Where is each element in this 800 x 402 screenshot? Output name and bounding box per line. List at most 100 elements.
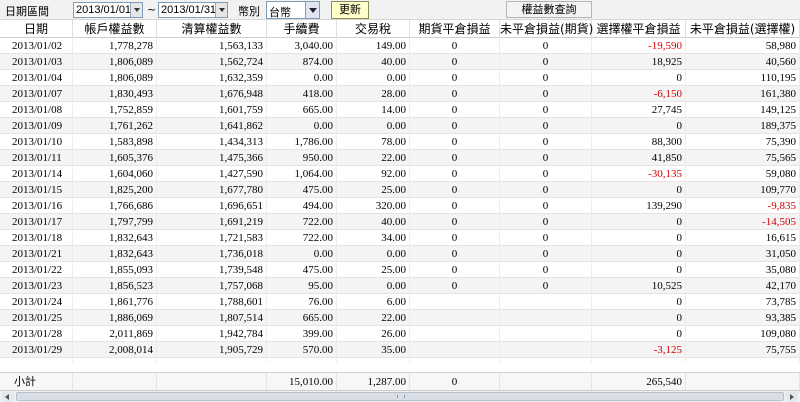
subtotal-empty-cell [73, 373, 157, 391]
column-header-futures-open-pnl[interactable]: 未平倉損益(期貨) [500, 20, 593, 38]
cell-date: 2013/01/16 [0, 198, 73, 214]
cell-fee: 95.00 [267, 278, 337, 294]
cell-futures-open-pnl: 0 [500, 54, 592, 70]
table-row[interactable]: 2013/01/18 1,832,643 1,721,583 722.00 34.00 0… [0, 230, 800, 246]
column-header-clearing-equity[interactable]: 清算權益數 [157, 20, 267, 38]
subtotal-options-pnl: 265,540 [592, 373, 686, 391]
cell-tax: 22.00 [337, 310, 410, 326]
cell-account-equity: 2,008,014 [73, 342, 157, 358]
table-row[interactable]: 2013/01/28 2,011,869 1,942,784 399.00 26.00 0… [0, 326, 800, 342]
cell-fee: 874.00 [267, 54, 337, 70]
cell-options-closed-pnl: -30,135 [592, 166, 686, 182]
cell-futures-open-pnl: 0 [500, 278, 592, 294]
cell-options-closed-pnl: 0 [592, 70, 686, 86]
table-row[interactable]: 2013/01/15 1,825,200 1,677,780 475.00 25.00 0… [0, 182, 800, 198]
table-row[interactable]: 2013/01/07 1,830,493 1,676,948 418.00 28.00 0… [0, 86, 800, 102]
cell-fee: 570.00 [267, 342, 337, 358]
table-row[interactable]: 2013/01/29 2,008,014 1,905,729 570.00 35.00 -… [0, 342, 800, 358]
chevron-down-icon[interactable] [305, 2, 319, 18]
date-range-label: 日期區間 [5, 5, 49, 18]
refresh-button[interactable]: 更新 [331, 1, 369, 19]
table-row[interactable]: 2013/01/14 1,604,060 1,427,590 1,064.00 92.0… [0, 166, 800, 182]
cell-fee: 0.00 [267, 246, 337, 262]
column-header-account-equity[interactable]: 帳戶權益數 [73, 20, 157, 38]
table-row[interactable]: 2013/01/21 1,832,643 1,736,018 0.00 0.00 0 0 0 3… [0, 246, 800, 262]
scrollbar-thumb[interactable] [16, 392, 784, 401]
subtotal-row: 小計 15,010.00 1,287.00 0 265,540 [0, 372, 800, 391]
table-row[interactable]: 2013/01/17 1,797,799 1,691,219 722.00 40.00 0… [0, 214, 800, 230]
cell-futures-closed-pnl: 0 [410, 38, 500, 54]
table-row[interactable]: 2013/01/02 1,778,278 1,563,133 3,040.00 149.… [0, 38, 800, 54]
cell-clearing-equity: 1,739,548 [157, 262, 267, 278]
cell-futures-closed-pnl: 0 [410, 134, 500, 150]
cell-futures-open-pnl: 0 [500, 150, 592, 166]
cell-clearing-equity: 1,676,948 [157, 86, 267, 102]
cell-options-open-pnl: 110,195 [686, 70, 800, 86]
column-header-options-closed-pnl[interactable]: 選擇權平倉損益 [592, 20, 686, 38]
cell-futures-closed-pnl [410, 326, 500, 342]
cell-date: 2013/01/23 [0, 278, 73, 294]
table-row[interactable]: 2013/01/16 1,766,686 1,696,651 494.00 320.00… [0, 198, 800, 214]
cell-clearing-equity: 1,475,366 [157, 150, 267, 166]
column-header-date[interactable]: 日期 [0, 20, 73, 38]
cell-tax: 22.00 [337, 150, 410, 166]
cell-futures-open-pnl: 0 [500, 198, 592, 214]
column-header-futures-closed-pnl[interactable]: 期貨平倉損益 [410, 20, 500, 38]
chevron-down-icon[interactable] [130, 3, 142, 17]
cell-options-open-pnl: 109,080 [686, 326, 800, 342]
cell-options-closed-pnl: -3,125 [592, 342, 686, 358]
cell-futures-closed-pnl [410, 342, 500, 358]
cell-futures-open-pnl: 0 [500, 86, 592, 102]
cell-options-open-pnl: 40,560 [686, 54, 800, 70]
table-row[interactable]: 2013/01/03 1,806,089 1,562,724 874.00 40.00 0… [0, 54, 800, 70]
cell-date: 2013/01/11 [0, 150, 73, 166]
cell-account-equity: 1,825,200 [73, 182, 157, 198]
arrow-right-icon[interactable] [786, 392, 798, 402]
cell-options-closed-pnl: 0 [592, 294, 686, 310]
table-row[interactable]: 2013/01/08 1,752,859 1,601,759 665.00 14.00 0… [0, 102, 800, 118]
currency-label: 幣別 [238, 5, 260, 18]
cell-account-equity: 1,856,523 [73, 278, 157, 294]
table-row[interactable]: 2013/01/23 1,856,523 1,757,068 95.00 0.00 0 0 1… [0, 278, 800, 294]
start-date-picker[interactable]: 2013/01/01 [73, 2, 143, 18]
equity-query-button[interactable]: 權益數查詢 [506, 1, 592, 18]
cell-date: 2013/01/15 [0, 182, 73, 198]
cell-futures-open-pnl [500, 342, 592, 358]
table-row[interactable]: 2013/01/04 1,806,089 1,632,359 0.00 0.00 0 0 0 1… [0, 70, 800, 86]
subtotal-futures-pnl: 0 [410, 373, 500, 391]
cell-futures-open-pnl: 0 [500, 182, 592, 198]
cell-account-equity: 1,761,262 [73, 118, 157, 134]
column-header-tax[interactable]: 交易稅 [337, 20, 410, 38]
table-empty-space [0, 362, 800, 372]
table-row[interactable]: 2013/01/24 1,861,776 1,788,601 76.00 6.00 0 73… [0, 294, 800, 310]
cell-options-open-pnl: 16,615 [686, 230, 800, 246]
cell-futures-open-pnl: 0 [500, 230, 592, 246]
cell-account-equity: 1,830,493 [73, 86, 157, 102]
table-row[interactable]: 2013/01/09 1,761,262 1,641,862 0.00 0.00 0 0 0 1… [0, 118, 800, 134]
cell-tax: 40.00 [337, 214, 410, 230]
cell-account-equity: 1,806,089 [73, 54, 157, 70]
cell-options-open-pnl: 58,980 [686, 38, 800, 54]
cell-futures-open-pnl [500, 294, 592, 310]
table-row[interactable]: 2013/01/10 1,583,898 1,434,313 1,786.00 78.0… [0, 134, 800, 150]
end-date-picker[interactable]: 2013/01/31 [158, 2, 228, 18]
cell-futures-open-pnl: 0 [500, 70, 592, 86]
cell-account-equity: 1,832,643 [73, 230, 157, 246]
table-row[interactable]: 2013/01/25 1,886,069 1,807,514 665.00 22.00 0… [0, 310, 800, 326]
cell-tax: 0.00 [337, 70, 410, 86]
cell-account-equity: 2,011,869 [73, 326, 157, 342]
toolbar: 日期區間 2013/01/01 ~ 2013/01/31 幣別 台幣 更新 權益… [0, 0, 800, 20]
arrow-left-icon[interactable] [2, 392, 14, 402]
cell-tax: 25.00 [337, 182, 410, 198]
cell-account-equity: 1,605,376 [73, 150, 157, 166]
cell-options-open-pnl: 75,390 [686, 134, 800, 150]
horizontal-scrollbar[interactable] [0, 390, 800, 402]
table-row[interactable]: 2013/01/22 1,855,093 1,739,548 475.00 25.00 0… [0, 262, 800, 278]
cell-futures-closed-pnl: 0 [410, 102, 500, 118]
currency-select[interactable]: 台幣 [266, 1, 320, 19]
column-header-fee[interactable]: 手續費 [267, 20, 337, 38]
chevron-down-icon[interactable] [215, 3, 227, 17]
cell-date: 2013/01/09 [0, 118, 73, 134]
column-header-options-open-pnl[interactable]: 未平倉損益(選擇權) [686, 20, 800, 38]
table-row[interactable]: 2013/01/11 1,605,376 1,475,366 950.00 22.00 0… [0, 150, 800, 166]
